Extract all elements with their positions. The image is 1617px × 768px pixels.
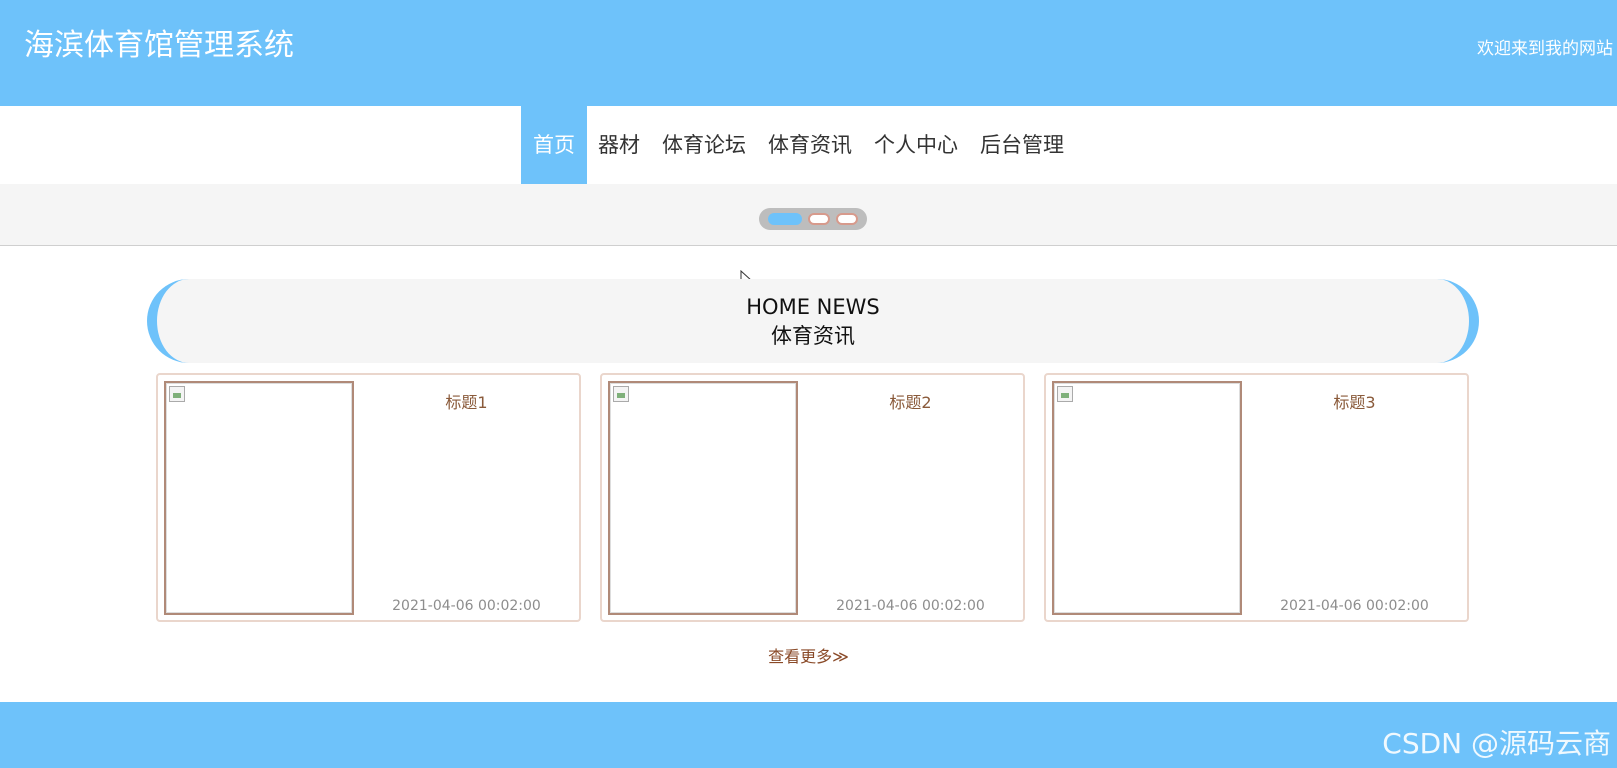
- site-title[interactable]: 海滨体育馆管理系统: [24, 26, 294, 66]
- carousel-dot-3[interactable]: [836, 213, 858, 225]
- news-title[interactable]: 标题1: [354, 389, 579, 413]
- news-card[interactable]: 标题1 2021-04-06 00:02:00: [156, 373, 581, 622]
- carousel-dot-2[interactable]: [808, 213, 830, 225]
- nav-item-forum[interactable]: 体育论坛: [651, 106, 757, 184]
- news-date: 2021-04-06 00:02:00: [836, 598, 985, 614]
- broken-image-icon: [1057, 386, 1073, 402]
- news-title[interactable]: 标题2: [798, 389, 1023, 413]
- nav-item-equipment[interactable]: 器材: [587, 106, 651, 184]
- carousel-dot-1[interactable]: [768, 213, 802, 225]
- broken-image-icon: [613, 386, 629, 402]
- section-title-en: HOME NEWS: [746, 295, 880, 319]
- news-date: 2021-04-06 00:02:00: [1280, 598, 1429, 614]
- carousel-indicators: [759, 208, 867, 230]
- news-date: 2021-04-06 00:02:00: [392, 598, 541, 614]
- news-image[interactable]: [608, 381, 798, 615]
- watermark-text: CSDN @源码云商: [1382, 727, 1611, 760]
- site-footer: CSDN @源码云商: [0, 702, 1617, 768]
- main-nav: 首页 器材 体育论坛 体育资讯 个人中心 后台管理: [0, 106, 1617, 184]
- news-image[interactable]: [164, 381, 354, 615]
- nav-item-profile[interactable]: 个人中心: [863, 106, 969, 184]
- site-header: 海滨体育馆管理系统 欢迎来到我的网站: [0, 0, 1617, 106]
- news-cards: 标题1 2021-04-06 00:02:00 标题2 2021-04-06 0…: [156, 373, 1469, 622]
- broken-image-icon: [169, 386, 185, 402]
- nav-item-news[interactable]: 体育资讯: [757, 106, 863, 184]
- news-card[interactable]: 标题3 2021-04-06 00:02:00: [1044, 373, 1469, 622]
- welcome-text: 欢迎来到我的网站: [1477, 39, 1613, 59]
- nav-item-admin[interactable]: 后台管理: [969, 106, 1075, 184]
- news-section-header: HOME NEWS 体育资讯: [147, 279, 1479, 363]
- nav-item-home[interactable]: 首页: [521, 106, 587, 184]
- view-more-link[interactable]: 查看更多≫: [0, 643, 1617, 667]
- news-title[interactable]: 标题3: [1242, 389, 1467, 413]
- carousel-banner: [0, 184, 1617, 246]
- section-title-cn: 体育资讯: [771, 324, 855, 348]
- nav-items: 首页 器材 体育论坛 体育资讯 个人中心 后台管理: [521, 106, 1075, 184]
- news-image[interactable]: [1052, 381, 1242, 615]
- news-card[interactable]: 标题2 2021-04-06 00:02:00: [600, 373, 1025, 622]
